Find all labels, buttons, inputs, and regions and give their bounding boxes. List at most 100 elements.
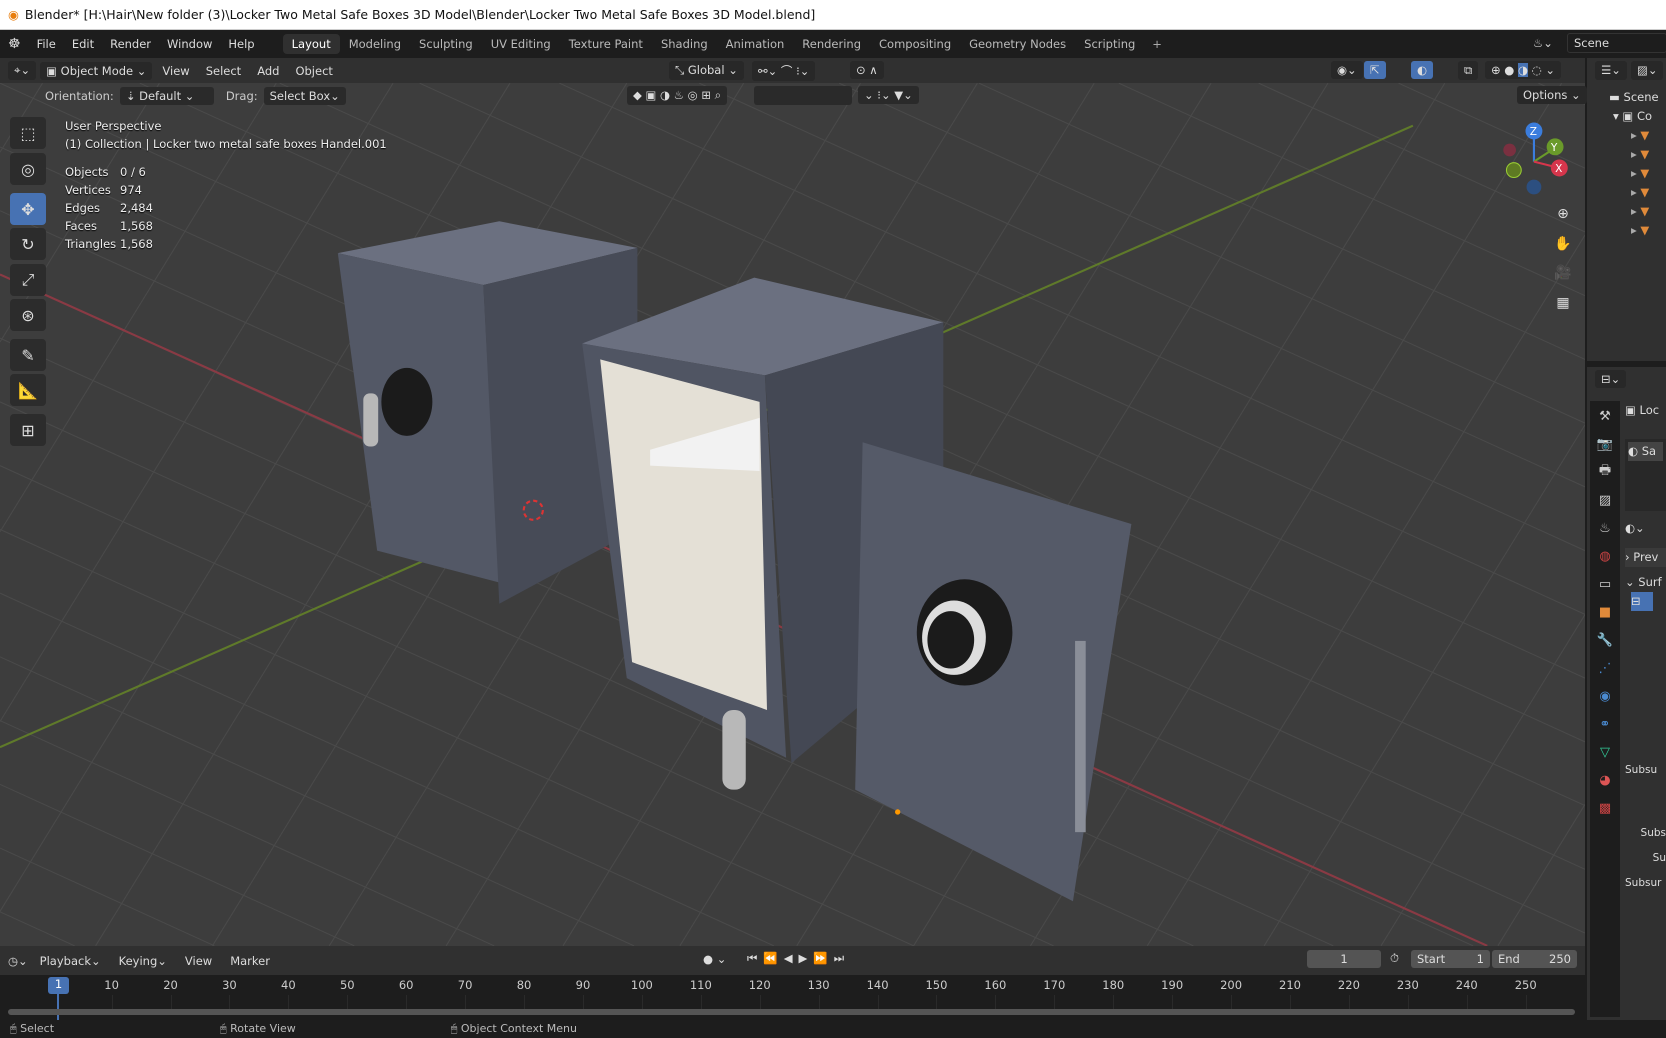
add-cube-tool[interactable]: ⊞: [10, 414, 46, 446]
world-icon[interactable]: ◍: [1594, 545, 1616, 567]
tool-icon[interactable]: ⚒: [1594, 405, 1616, 427]
view-layer-icon[interactable]: ▨: [1594, 489, 1616, 511]
data-icon[interactable]: ▽: [1594, 741, 1616, 763]
outliner-view-icon[interactable]: ▨⌄: [1630, 61, 1664, 80]
axis-gizmo[interactable]: Z Y X: [1498, 119, 1572, 199]
orientation-dropdown[interactable]: ⇣ Default ⌄: [119, 86, 214, 105]
gizmo-toggle-icon[interactable]: ⇱: [1364, 61, 1386, 79]
object-icon[interactable]: ■: [1594, 601, 1616, 623]
physics-icon[interactable]: ◉: [1594, 685, 1616, 707]
tab-uv-editing[interactable]: UV Editing: [482, 34, 560, 54]
solid-icon[interactable]: ●: [1504, 63, 1514, 77]
menu-edit[interactable]: Edit: [64, 37, 102, 51]
pivot-icon[interactable]: ⚯⌄ ⌒ ⁝⌄: [752, 61, 816, 81]
outliner-object-row[interactable]: ▸ ▼: [1631, 126, 1666, 145]
mode-selector[interactable]: ▣ Object Mode ⌄: [40, 61, 153, 80]
filter-icon[interactable]: ⌄ ⁝⌄ ▼⌄: [858, 86, 919, 104]
texture-icon[interactable]: ▩: [1594, 797, 1616, 819]
menu-help[interactable]: Help: [220, 37, 262, 51]
menu-render[interactable]: Render: [102, 37, 159, 51]
frame-ruler[interactable]: 1 10 20 30 40 50 60 70 80 90 100 110 120 130 140 150 16…: [0, 946, 1585, 1020]
particles-icon[interactable]: ⋰: [1594, 657, 1616, 679]
annotate-tool[interactable]: ✎: [10, 339, 46, 371]
menu-select[interactable]: Select: [200, 64, 247, 78]
menu-file[interactable]: File: [29, 37, 64, 51]
scale-tool[interactable]: ⤢: [10, 264, 46, 296]
zoom-icon[interactable]: ⊕: [1549, 200, 1577, 228]
material-preview-icon[interactable]: ◑: [1518, 63, 1529, 77]
overlay-toggle-icon[interactable]: ◐: [1411, 61, 1434, 79]
selectability-icons[interactable]: ◆ ▣ ◑ ♨ ◎ ⊞ ⌕: [627, 86, 728, 105]
constraints-icon[interactable]: ⚭: [1594, 713, 1616, 735]
frame-gridline: [700, 995, 702, 1009]
modifier-icon[interactable]: 🔧: [1594, 629, 1616, 651]
menu-view[interactable]: View: [156, 64, 195, 78]
tab-geometry-nodes[interactable]: Geometry Nodes: [960, 34, 1075, 54]
scene-selector[interactable]: Scene: [1566, 33, 1666, 53]
outliner-object-row[interactable]: ▸ ▼: [1631, 202, 1666, 221]
collection-icon[interactable]: ▭: [1594, 573, 1616, 595]
tab-modeling[interactable]: Modeling: [340, 34, 410, 54]
timeline-scrollbar[interactable]: [8, 1009, 1575, 1015]
perspective-grid-icon[interactable]: ▦: [1549, 289, 1577, 317]
wireframe-icon[interactable]: ⊕: [1491, 63, 1501, 77]
surface-node-icon[interactable]: ⊟: [1631, 592, 1653, 611]
frame-tick: 140: [866, 978, 889, 992]
pan-hand-icon[interactable]: ✋: [1549, 230, 1577, 258]
tab-sculpting[interactable]: Sculpting: [410, 34, 482, 54]
editor-type-icon[interactable]: ⌖⌄: [8, 61, 37, 80]
stats: Objects 0 / 6 Vertices 974 Edges 2,484 Faces 1,…: [65, 163, 387, 253]
transform-tool[interactable]: ⊛: [10, 299, 46, 331]
output-icon[interactable]: 🖶: [1594, 461, 1616, 483]
outliner-object-row[interactable]: ▸ ▼: [1631, 164, 1666, 183]
panel-surface[interactable]: ⌄ Surf: [1625, 573, 1666, 592]
tab-layout[interactable]: Layout: [282, 34, 340, 54]
outliner-scene-row[interactable]: ▬ Scene: [1609, 88, 1666, 107]
material-slot[interactable]: ◐ Sa: [1628, 442, 1663, 461]
menu-window[interactable]: Window: [159, 37, 220, 51]
add-workspace-icon[interactable]: +: [1144, 37, 1170, 51]
visibility-icon[interactable]: ◉⌄: [1331, 61, 1363, 79]
material-icon[interactable]: ◕: [1594, 769, 1616, 791]
outliner-collection-row[interactable]: ▾ ▣ Co: [1609, 107, 1666, 126]
drag-dropdown[interactable]: Select Box⌄: [263, 86, 346, 105]
material-slots[interactable]: ◐ Sa: [1625, 439, 1666, 511]
stat-label: Vertices: [65, 183, 111, 197]
outliner-search-field[interactable]: [754, 86, 852, 105]
shading-modes[interactable]: ⊕ ● ◑ ◌ ⌄: [1485, 61, 1562, 79]
cursor-tool[interactable]: ◎: [10, 153, 46, 185]
panel-preview[interactable]: › Prev: [1625, 548, 1666, 567]
xray-icon[interactable]: ⧉: [1458, 61, 1479, 80]
blender-menu-icon[interactable]: ☸: [0, 36, 29, 52]
outliner-object-row[interactable]: ▸ ▼: [1631, 221, 1666, 240]
move-tool[interactable]: ✥: [10, 193, 46, 225]
properties-editor-type-icon[interactable]: ⊟⌄: [1595, 370, 1627, 388]
menu-add[interactable]: Add: [251, 64, 285, 78]
outliner-object-row[interactable]: ▸ ▼: [1631, 183, 1666, 202]
proportional-edit-icon[interactable]: ⊙ ∧: [850, 61, 884, 79]
rendered-icon[interactable]: ◌: [1532, 63, 1542, 77]
menu-object[interactable]: Object: [289, 64, 338, 78]
outliner-object-row[interactable]: ▸ ▼: [1631, 145, 1666, 164]
tab-rendering[interactable]: Rendering: [793, 34, 870, 54]
drag-label: Drag:: [225, 88, 258, 103]
stat-value: 1,568: [120, 219, 153, 233]
tab-animation[interactable]: Animation: [717, 34, 794, 54]
camera-icon[interactable]: 🎥: [1549, 259, 1577, 287]
measure-tool[interactable]: 📐: [10, 374, 46, 406]
frame-tick: 30: [222, 978, 237, 992]
tab-texture-paint[interactable]: Texture Paint: [560, 34, 652, 54]
outliner-display-mode-icon[interactable]: ☰⌄: [1595, 61, 1627, 80]
select-box-tool[interactable]: ⬚: [10, 117, 46, 149]
scene-icon[interactable]: ♨: [1594, 517, 1616, 539]
render-icon[interactable]: 📷: [1594, 433, 1616, 455]
tab-compositing[interactable]: Compositing: [870, 34, 960, 54]
tab-shading[interactable]: Shading: [652, 34, 717, 54]
rotate-tool[interactable]: ↻: [10, 228, 46, 260]
playhead[interactable]: 1: [48, 977, 69, 994]
tab-scripting[interactable]: Scripting: [1075, 34, 1144, 54]
options-dropdown[interactable]: Options ⌄: [1517, 86, 1587, 104]
scene-icon[interactable]: ♨⌄: [1525, 36, 1561, 50]
material-selector[interactable]: ◐⌄: [1625, 519, 1666, 538]
transform-orientation-dropdown[interactable]: ⤡ Global ⌄: [669, 61, 744, 80]
